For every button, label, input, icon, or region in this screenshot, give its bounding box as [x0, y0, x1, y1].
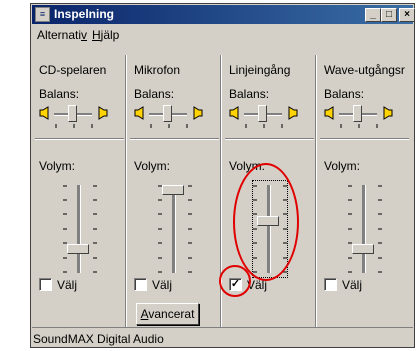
balance-ticks: [55, 124, 93, 128]
balance-slider[interactable]: [258, 105, 267, 122]
balance-slider[interactable]: [68, 105, 77, 122]
separator: [320, 138, 409, 140]
menu-alternativ[interactable]: Alternativ: [37, 28, 87, 42]
volume-slider[interactable]: [162, 185, 184, 195]
select-checkbox[interactable]: [39, 278, 52, 291]
channel-linjeingang: Linjeingång Balans: Volym: ✓ Välj: [222, 45, 317, 325]
channel-name: Linjeingång: [229, 63, 291, 77]
select-label[interactable]: Välj: [342, 278, 362, 292]
select-label[interactable]: Välj: [57, 278, 77, 292]
select-checkbox[interactable]: ✓: [229, 278, 242, 291]
speaker-left-icon: [324, 106, 334, 120]
channel-wave-utgangsr: Wave-utgångsr Balans: Volym: Välj: [317, 45, 412, 325]
select-label[interactable]: Välj: [247, 278, 267, 292]
volume-slider[interactable]: [352, 243, 374, 254]
volume-slider[interactable]: [257, 216, 279, 227]
balance-ticks: [150, 124, 188, 128]
volume-track: [172, 185, 176, 273]
recording-control-window: ≡ Inspelning _ □ × Alternativ Hjälp CD-s…: [30, 3, 415, 348]
balance-slider[interactable]: [163, 105, 172, 122]
separator: [130, 138, 219, 140]
balance-label: Balans:: [324, 87, 365, 101]
channel-name: Mikrofon: [134, 63, 181, 77]
channel-cd-spelaren: CD-spelaren Balans: Volym: Välj: [32, 45, 127, 325]
separator: [35, 138, 124, 140]
channel-name: CD-spelaren: [39, 63, 107, 77]
window-title: Inspelning: [54, 7, 114, 21]
device-name: SoundMAX Digital Audio: [33, 332, 164, 346]
separator: [225, 138, 314, 140]
menu-bar: Alternativ Hjälp: [32, 26, 413, 44]
advanced-button[interactable]: Avancerat: [136, 303, 199, 325]
volume-track: [362, 185, 366, 273]
status-bar: SoundMAX Digital Audio: [32, 327, 413, 348]
speaker-left-icon: [39, 106, 49, 120]
maximize-button[interactable]: □: [381, 8, 397, 22]
balance-label: Balans:: [39, 87, 80, 101]
speaker-right-icon: [98, 106, 108, 120]
menu-hjalp[interactable]: Hjälp: [92, 28, 119, 42]
speaker-right-icon: [193, 106, 203, 120]
focus-rectangle: [252, 180, 288, 278]
close-button[interactable]: ×: [399, 8, 415, 22]
channel-name: Wave-utgångsr: [324, 63, 405, 77]
minimize-button[interactable]: _: [365, 8, 381, 22]
volume-track: [77, 185, 81, 273]
balance-slider[interactable]: [353, 105, 362, 122]
volume-slider[interactable]: [67, 243, 89, 254]
speaker-left-icon: [134, 106, 144, 120]
balance-label: Balans:: [134, 87, 175, 101]
speaker-right-icon: [383, 106, 393, 120]
mixer-content: CD-spelaren Balans: Volym: Välj Mikrofon…: [32, 45, 413, 327]
speaker-right-icon: [288, 106, 298, 120]
speaker-left-icon: [229, 106, 239, 120]
select-label[interactable]: Välj: [152, 278, 172, 292]
channel-mikrofon: Mikrofon Balans: Volym: Välj Avancerat: [127, 45, 222, 325]
volume-label: Volym:: [229, 159, 266, 173]
volume-label: Volym:: [324, 159, 361, 173]
balance-ticks: [245, 124, 283, 128]
title-bar[interactable]: ≡ Inspelning _ □ ×: [32, 5, 415, 24]
balance-label: Balans:: [229, 87, 270, 101]
volume-label: Volym:: [134, 159, 171, 173]
volume-label: Volym:: [39, 159, 76, 173]
balance-ticks: [340, 124, 378, 128]
select-checkbox[interactable]: [324, 278, 337, 291]
mixer-icon[interactable]: ≡: [35, 7, 50, 22]
select-checkbox[interactable]: [134, 278, 147, 291]
